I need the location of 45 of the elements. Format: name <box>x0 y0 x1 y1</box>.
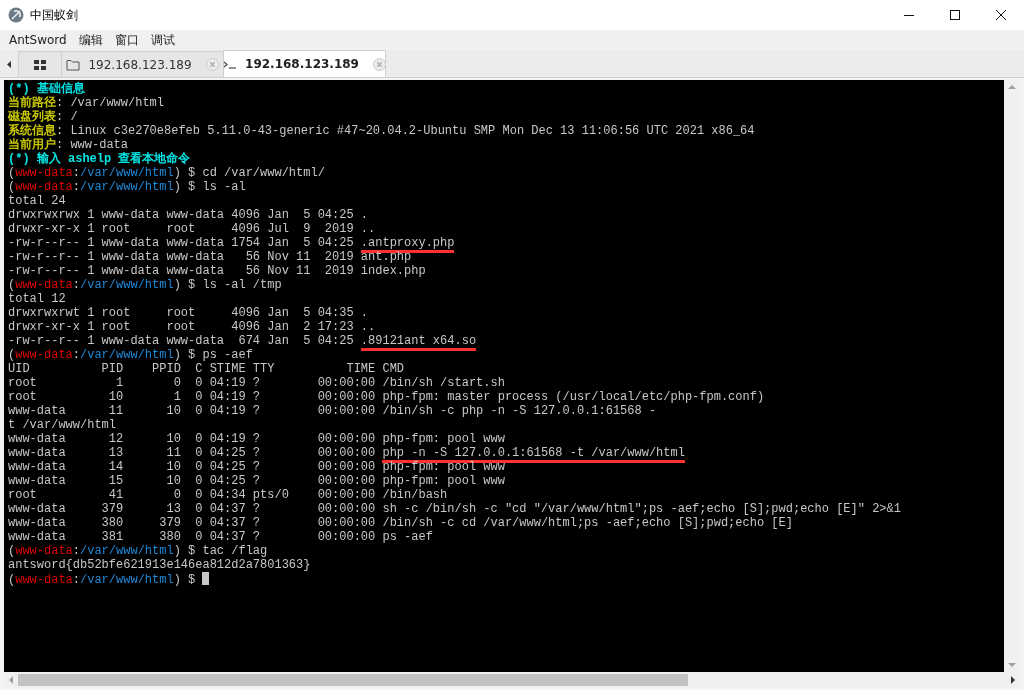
terminal-line: drwxr-xr-x 1 root root 4096 Jul 9 2019 .. <box>8 222 376 236</box>
terminal-line: root 1 0 0 04:19 ? 00:00:00 /bin/sh /start.sh <box>8 376 505 390</box>
menu-item[interactable]: 窗口 <box>109 31 144 49</box>
terminal-line: www-data 15 10 0 04:25 ? 00:00:00 php-fpm: pool www <box>8 474 505 488</box>
terminal-line: (*) 基础信息 <box>8 82 85 96</box>
terminal-line: www-data 379 13 0 04:37 ? 00:00:00 sh -c /bin/sh -c "cd "/var/www/html";ps -aef;echo [S];pwd;echo [E]" 2>&1 <box>8 502 901 516</box>
tab[interactable]: 192.168.123.189 <box>61 51 224 77</box>
terminal-line: antsword{db52bfe621913e146ea812d2a7801363} <box>8 558 311 572</box>
tab[interactable]: 192.168.123.189 <box>223 50 386 77</box>
terminal-line: 磁盘列表: / <box>8 110 78 124</box>
terminal-line: (*) 输入 ashelp 查看本地命令 <box>8 152 191 166</box>
menu-item[interactable]: 调试 <box>145 31 180 49</box>
menu-item[interactable]: 编辑 <box>73 31 108 49</box>
terminal-line: (www-data:/var/www/html) $ cd /var/www/html/ <box>8 166 325 180</box>
terminal-line: www-data 381 380 0 04:37 ? 00:00:00 ps -aef <box>8 530 433 544</box>
terminal-line: 当前用户: www-data <box>8 138 128 152</box>
terminal-line: drwxrwxrwx 1 www-data www-data 4096 Jan 5 04:25 . <box>8 208 369 222</box>
terminal-line: www-data 14 10 0 04:25 ? 00:00:00 php-fpm: pool www <box>8 460 505 474</box>
window-title: 中国蚁剑 <box>30 6 79 24</box>
terminal-line: (www-data:/var/www/html) $ ls -al /tmp <box>8 278 282 292</box>
terminal-line: www-data 12 10 0 04:19 ? 00:00:00 php-fpm: pool www <box>8 432 505 446</box>
terminal-line: drwxrwxrwt 1 root root 4096 Jan 5 04:35 . <box>8 306 369 320</box>
terminal-line: total 24 <box>8 194 66 208</box>
terminal-line: www-data 13 11 0 04:25 ? 00:00:00 php -n -S 127.0.0.1:61568 -t /var/www/html <box>8 446 685 460</box>
tab-label: 192.168.123.189 <box>87 57 193 72</box>
terminal-line: t /var/www/html <box>8 418 117 432</box>
terminal-line: -rw-r--r-- 1 www-data www-data 674 Jan 5 04:25 .89121ant x64.so <box>8 334 477 348</box>
terminal-line: (www-data:/var/www/html) $ tac /flag <box>8 544 268 558</box>
terminal-line: total 12 <box>8 292 66 306</box>
terminal-line: drwxr-xr-x 1 root root 4096 Jan 2 17:23 .. <box>8 320 376 334</box>
terminal-line: -rw-r--r-- 1 www-data www-data 56 Nov 11 2019 index.php <box>8 264 426 278</box>
terminal-line: (www-data:/var/www/html) $ ls -al <box>8 180 246 194</box>
terminal-line: 系统信息: Linux c3e270e8efeb 5.11.0-43-generic #47~20.04.2-Ubuntu SMP Mon Dec 13 11:06:56 UTC 2021 x86_64 <box>8 124 755 138</box>
terminal-line: root 10 1 0 04:19 ? 00:00:00 php-fpm: master process (/usr/local/etc/php-fpm.conf) <box>8 390 765 404</box>
terminal-line: UID PID PPID C STIME TTY TIME CMD <box>8 362 405 376</box>
terminal-line: www-data 380 379 0 04:37 ? 00:00:00 /bin/sh -c cd /var/www/html;ps -aef;echo [S];pwd;echo [E] <box>8 516 793 530</box>
terminal-line: (www-data:/var/www/html) $ <box>8 572 210 586</box>
terminal-line: root 41 0 0 04:34 pts/0 00:00:00 /bin/bash <box>8 488 448 502</box>
terminal-line: 当前路径: /var/www/html <box>8 96 165 110</box>
terminal-line: -rw-r--r-- 1 www-data www-data 1754 Jan 5 04:25 .antproxy.php <box>8 236 455 250</box>
terminal-line: -rw-r--r-- 1 www-data www-data 56 Nov 11 2019 ant.php <box>8 250 412 264</box>
terminal-line: www-data 11 10 0 04:19 ? 00:00:00 /bin/sh -c php -n -S 127.0.0.1:61568 - <box>8 404 657 418</box>
terminal-line: (www-data:/var/www/html) $ ps -aef <box>8 348 253 362</box>
tab-label: 192.168.123.189 <box>244 57 360 71</box>
menu-item[interactable]: AntSword <box>4 33 72 47</box>
